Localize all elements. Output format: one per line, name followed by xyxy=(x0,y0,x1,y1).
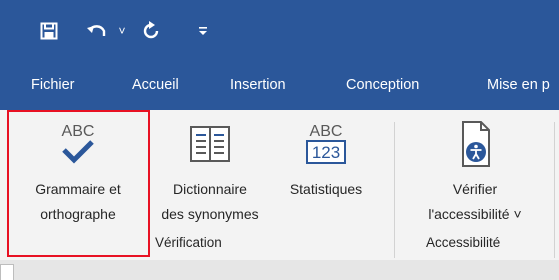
ruler-tab-selector[interactable] xyxy=(0,264,14,280)
tab-insertion[interactable]: Insertion xyxy=(230,77,286,93)
svg-text:123: 123 xyxy=(312,143,340,162)
button-label: des synonymes xyxy=(161,206,259,222)
accessibility-check-icon xyxy=(462,121,490,167)
button-label: Vérifier xyxy=(452,181,498,197)
group-divider xyxy=(554,122,555,258)
quick-access-toolbar: ˅ xyxy=(0,0,559,62)
tab-fichier[interactable]: Fichier xyxy=(31,77,75,93)
group-label-verification: Vérification xyxy=(155,235,222,250)
redo-icon[interactable] xyxy=(138,18,164,44)
tab-conception[interactable]: Conception xyxy=(346,77,419,93)
thesaurus-book-icon xyxy=(190,126,230,162)
tab-mise-en-page[interactable]: Mise en p xyxy=(487,77,550,93)
group-divider xyxy=(394,122,395,258)
group-label-accessibilite: Accessibilité xyxy=(426,235,501,250)
button-label: Statistiques xyxy=(289,181,363,197)
tab-accueil[interactable]: Accueil xyxy=(132,77,179,93)
check-accessibility-button[interactable]: Vérifier l'accessibilité ˅ xyxy=(400,116,550,236)
word-count-icon: ABC 123 xyxy=(306,123,346,164)
button-label: Dictionnaire xyxy=(173,181,247,197)
document-area-edge xyxy=(0,260,559,280)
customize-qat-icon[interactable] xyxy=(196,18,210,44)
highlight-box xyxy=(7,110,150,257)
svg-text:ABC: ABC xyxy=(310,123,343,140)
ribbon-tabs: Fichier Accueil Insertion Conception Mis… xyxy=(0,62,559,110)
button-label: l'accessibilité ˅ xyxy=(428,206,522,222)
save-icon[interactable] xyxy=(36,18,62,44)
undo-icon[interactable] xyxy=(84,18,110,44)
thesaurus-button[interactable]: Dictionnaire des synonymes xyxy=(148,116,272,236)
word-count-button[interactable]: ABC 123 Statistiques xyxy=(276,116,376,236)
chevron-down-icon[interactable]: ˅ xyxy=(114,18,130,44)
